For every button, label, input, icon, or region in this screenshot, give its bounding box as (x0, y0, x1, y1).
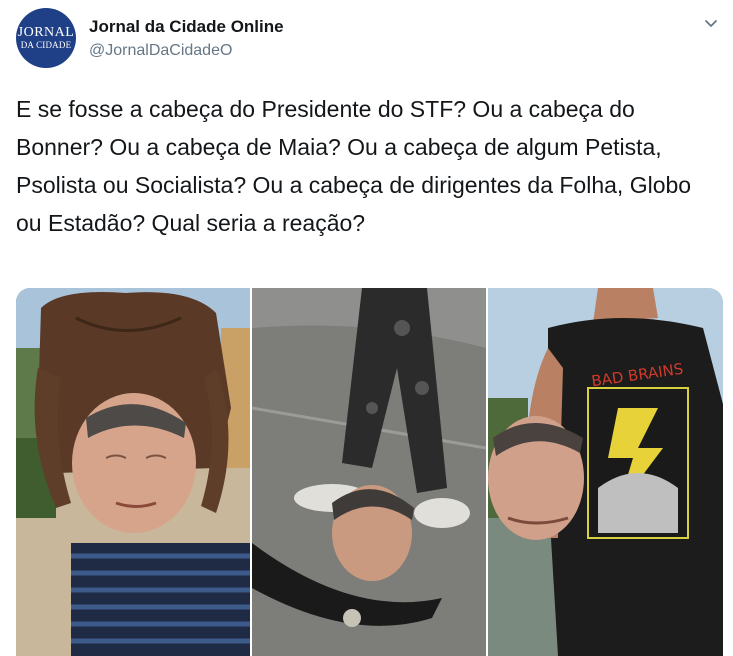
chevron-down-icon[interactable] (701, 14, 721, 34)
avatar-logo-line1: JORNAL (17, 25, 75, 40)
photo-1[interactable] (16, 288, 251, 656)
avatar-logo-line2: DA CIDADE (20, 40, 72, 50)
media-grid: BAD BRAINS (16, 288, 723, 656)
photo-2[interactable] (252, 288, 486, 656)
tweet-header: JORNAL DA CIDADE Jornal da Cidade Online… (16, 8, 721, 72)
display-name[interactable]: Jornal da Cidade Online (89, 17, 284, 37)
avatar[interactable]: JORNAL DA CIDADE (16, 8, 76, 68)
handle[interactable]: @JornalDaCidadeO (89, 42, 232, 60)
photo-3[interactable]: BAD BRAINS (487, 288, 723, 656)
tweet-text: E se fosse a cabeça do Presidente do STF… (16, 96, 692, 236)
